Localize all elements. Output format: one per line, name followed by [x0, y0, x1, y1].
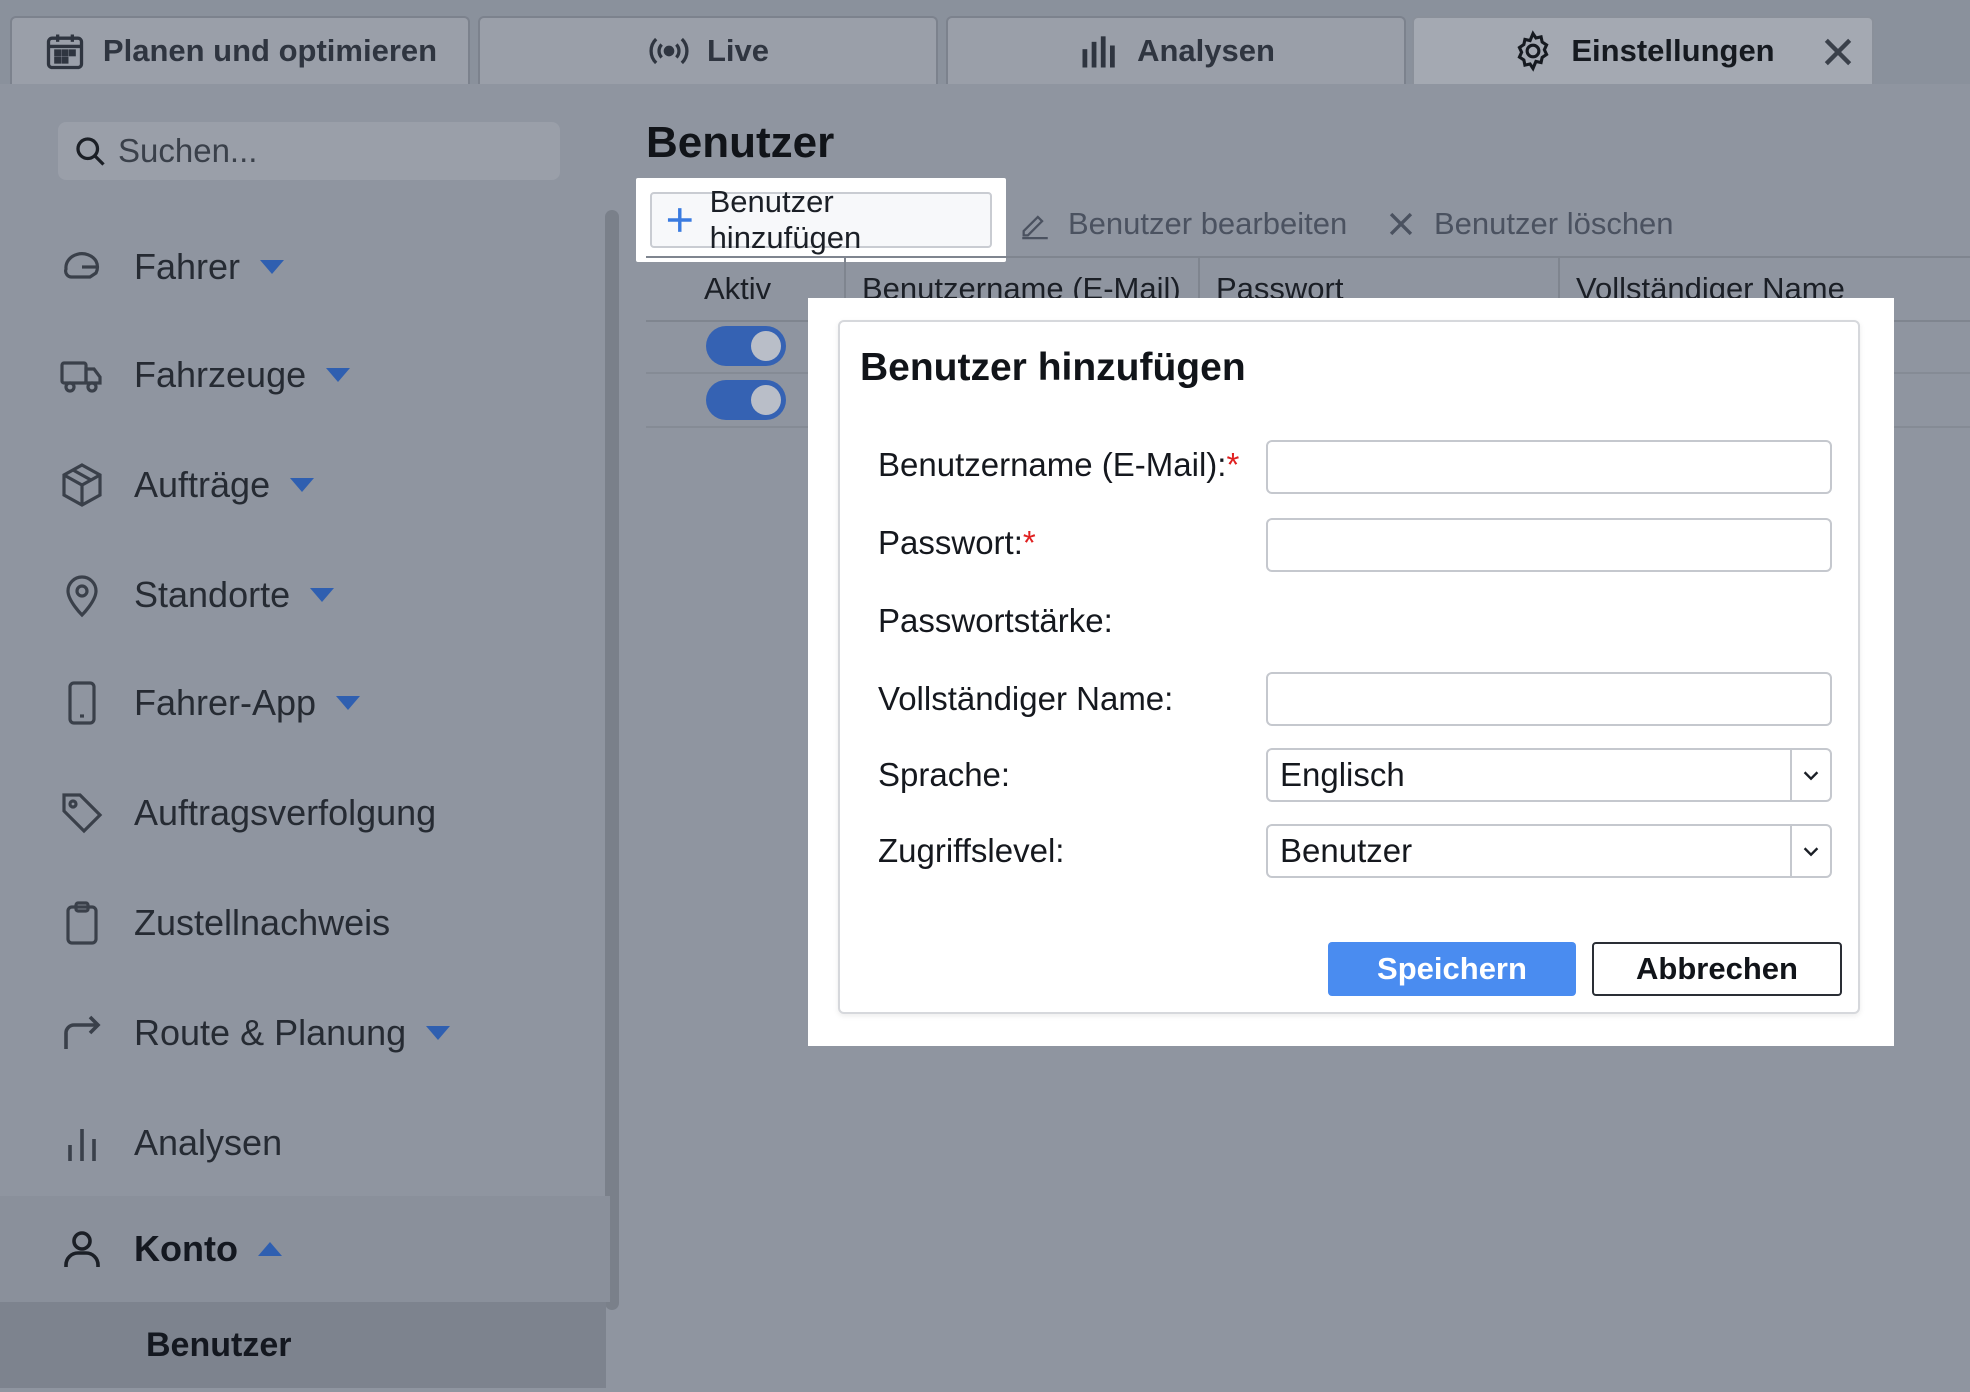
bar-chart-icon — [1082, 36, 1115, 68]
sidebar-item-auftragsverfolgung[interactable]: Auftragsverfolgung — [0, 778, 610, 848]
sidebar-subitem-label: Benutzer — [146, 1325, 292, 1364]
chevron-down-icon — [326, 368, 351, 382]
tab-live[interactable]: Live — [478, 16, 938, 84]
close-icon — [1389, 212, 1413, 236]
delete-user-label: Benutzer löschen — [1434, 206, 1674, 241]
username-label-text: Benutzername (E-Mail): — [878, 446, 1227, 483]
chevron-down-icon — [310, 588, 335, 602]
access-level-select[interactable]: Benutzer — [1266, 824, 1832, 878]
language-select[interactable]: Englisch — [1266, 748, 1832, 802]
add-user-dialog-backdrop: Benutzer hinzufügen Benutzername (E-Mail… — [808, 298, 1894, 1046]
package-icon — [62, 463, 102, 507]
required-mark: * — [1226, 446, 1240, 483]
clipboard-icon — [66, 901, 98, 945]
cancel-button[interactable]: Abbrechen — [1592, 942, 1842, 996]
sidebar-item-standorte[interactable]: Standorte — [0, 560, 610, 630]
tab-label: Planen und optimieren — [102, 33, 438, 68]
calendar-icon — [46, 34, 84, 70]
location-pin-icon — [66, 575, 98, 618]
sidebar-item-label: Aufträge — [134, 464, 271, 505]
chevron-down-icon[interactable] — [1790, 750, 1830, 800]
pencil-icon — [1022, 215, 1048, 240]
username-field[interactable] — [1266, 440, 1832, 494]
chevron-down-icon — [260, 260, 285, 274]
sidebar: Suchen... Fahrer Fahrzeuge Aufträge Stan… — [0, 84, 622, 1392]
sidebar-item-label: Zustellnachweis — [134, 902, 391, 943]
access-level-value: Benutzer — [1280, 832, 1413, 869]
password-label: Passwort:* — [878, 524, 1036, 562]
save-button[interactable]: Speichern — [1328, 942, 1576, 996]
access-level-label: Zugriffslevel: — [878, 832, 1065, 869]
broadcast-icon — [649, 37, 689, 65]
delete-user-button[interactable]: Benutzer löschen — [1384, 202, 1674, 246]
search-icon — [76, 137, 105, 166]
user-icon — [64, 1231, 100, 1267]
tab-planen[interactable]: Planen und optimieren — [10, 16, 470, 84]
chevron-down-icon[interactable] — [1790, 826, 1830, 876]
chevron-up-icon — [257, 1242, 282, 1256]
sidebar-item-label: Auftragsverfolgung — [134, 792, 437, 833]
active-toggle[interactable] — [706, 380, 786, 420]
language-value: Englisch — [1280, 756, 1405, 793]
page-title: Benutzer — [646, 118, 835, 167]
driver-helmet-icon — [64, 252, 100, 279]
sidebar-item-fahrzeuge[interactable]: Fahrzeuge — [0, 340, 610, 410]
edit-user-label: Benutzer bearbeiten — [1068, 206, 1348, 241]
chevron-down-icon — [290, 478, 315, 492]
sidebar-item-route-planung[interactable]: Route & Planung — [0, 998, 610, 1068]
sidebar-item-label: Konto — [134, 1228, 238, 1269]
tab-einstellungen[interactable]: Einstellungen — [1412, 16, 1874, 84]
sidebar-item-zustellnachweis[interactable]: Zustellnachweis — [0, 888, 610, 958]
truck-icon — [60, 361, 102, 393]
route-arrow-icon — [64, 1015, 101, 1049]
add-user-highlight: Benutzer hinzufügen — [636, 178, 1006, 262]
active-toggle[interactable] — [706, 326, 786, 366]
top-tab-bar: Planen und optimieren Live Analysen Eins… — [0, 0, 1970, 84]
dialog-title: Benutzer hinzufügen — [860, 346, 1246, 389]
smartphone-icon — [68, 681, 96, 725]
bar-chart-icon — [68, 1129, 96, 1161]
sidebar-item-label: Standorte — [134, 574, 291, 615]
sidebar-item-fahrer[interactable]: Fahrer — [0, 232, 610, 302]
add-user-button[interactable]: Benutzer hinzufügen — [650, 184, 992, 255]
sidebar-item-label: Fahrer — [134, 246, 241, 287]
close-icon[interactable] — [1818, 32, 1858, 72]
password-field[interactable] — [1266, 518, 1832, 572]
tag-icon — [62, 793, 103, 834]
sidebar-item-label: Analysen — [134, 1122, 283, 1163]
sidebar-item-auftraege[interactable]: Aufträge — [0, 450, 610, 520]
tab-label: Einstellungen — [1571, 33, 1775, 68]
add-user-label: Benutzer hinzufügen — [709, 184, 862, 255]
plus-icon — [667, 208, 692, 232]
gear-icon — [1517, 30, 1549, 72]
required-mark: * — [1022, 524, 1036, 561]
sidebar-item-label: Route & Planung — [134, 1012, 407, 1053]
search-input[interactable]: Suchen... — [58, 122, 560, 180]
sidebar-item-analysen[interactable]: Analysen — [0, 1108, 610, 1178]
fullname-field[interactable] — [1266, 672, 1832, 726]
sidebar-item-konto[interactable]: Konto — [0, 1196, 610, 1302]
add-user-dialog: Benutzer hinzufügen Benutzername (E-Mail… — [838, 320, 1860, 1014]
tab-analysen[interactable]: Analysen — [946, 16, 1406, 84]
tab-label: Analysen — [1137, 33, 1275, 68]
sidebar-item-label: Fahrer-App — [134, 682, 317, 723]
language-label: Sprache: — [878, 756, 1011, 793]
search-placeholder: Suchen... — [118, 132, 258, 169]
chevron-down-icon — [336, 696, 361, 710]
sidebar-item-fahrer-app[interactable]: Fahrer-App — [0, 668, 610, 738]
username-label: Benutzername (E-Mail):* — [878, 446, 1239, 484]
sidebar-item-label: Fahrzeuge — [134, 354, 307, 395]
password-strength-label: Passwortstärke: — [878, 602, 1113, 639]
sidebar-subitem-benutzer[interactable]: Benutzer — [0, 1302, 606, 1388]
tab-label: Live — [706, 33, 770, 68]
fullname-label: Vollständiger Name: — [878, 680, 1174, 717]
chevron-down-icon — [426, 1026, 451, 1040]
edit-user-button[interactable]: Benutzer bearbeiten — [1018, 202, 1347, 246]
password-label-text: Passwort: — [878, 524, 1023, 561]
